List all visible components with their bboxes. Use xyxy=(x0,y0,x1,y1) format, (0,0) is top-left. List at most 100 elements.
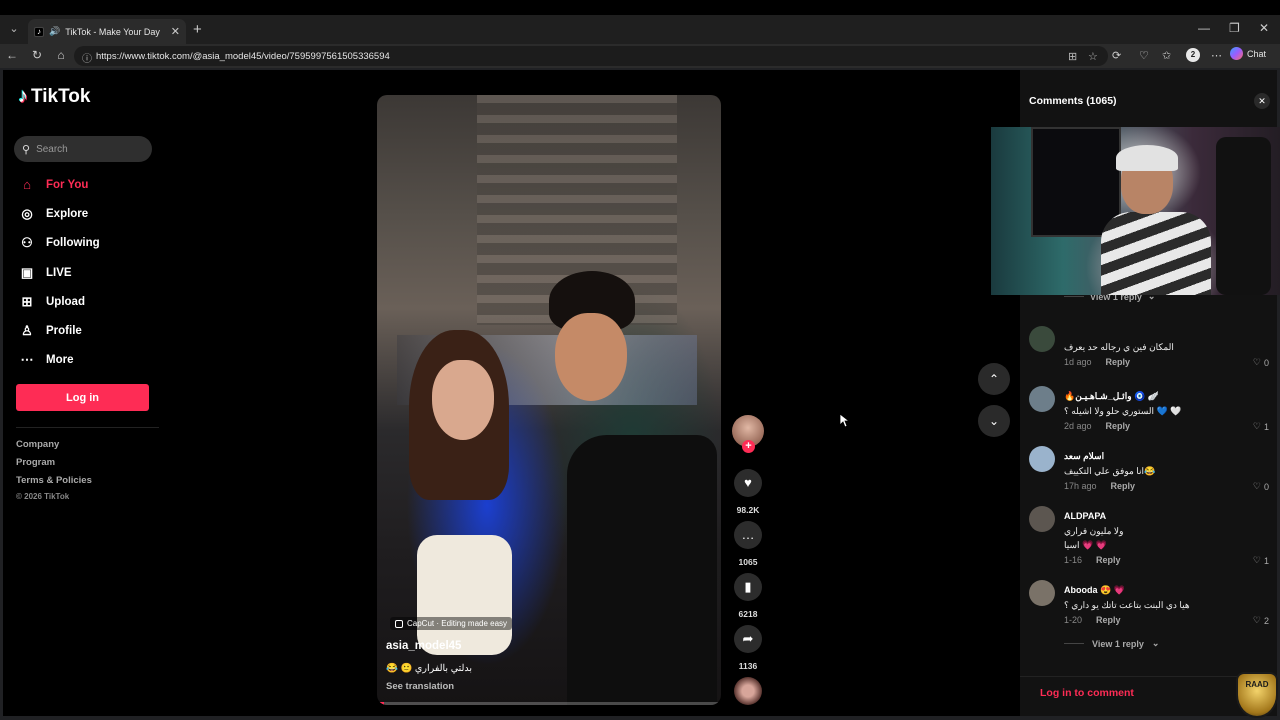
comment-like-button[interactable]: ♡ 2 xyxy=(1253,615,1269,626)
footer-link-terms[interactable]: Terms & Policies xyxy=(16,475,92,486)
footer-link-program[interactable]: Program xyxy=(16,457,55,468)
login-to-comment-link[interactable]: Log in to comment xyxy=(1040,687,1134,699)
favorite-star-icon[interactable]: ☆ xyxy=(1088,50,1098,63)
reply-button[interactable]: Reply xyxy=(1106,421,1131,431)
browser-tab[interactable]: ♪ 🔊 TikTok - Make Your Day ✕ xyxy=(28,19,186,44)
heart-outline-icon: ♡ xyxy=(1252,481,1261,491)
search-icon: ⚲ xyxy=(22,143,31,156)
settings-more-icon[interactable]: ⋯ xyxy=(1211,49,1222,62)
nav-profile[interactable]: ♙ Profile xyxy=(19,323,82,339)
close-tab-icon[interactable]: ✕ xyxy=(171,25,180,38)
tab-actions-menu[interactable]: ⌄ xyxy=(6,21,22,37)
copilot-chat-button[interactable]: Chat xyxy=(1230,47,1266,60)
profile-avatar[interactable]: 2 xyxy=(1186,48,1200,62)
tiktok-logo[interactable]: ♪ TikTok xyxy=(18,85,90,108)
previous-video-button[interactable]: ⌃ xyxy=(978,363,1010,395)
like-count: 98.2K xyxy=(736,505,760,515)
minimize-button[interactable]: — xyxy=(1198,21,1210,35)
sidebar-divider xyxy=(16,427,159,428)
comment-like-count: 2 xyxy=(1263,615,1269,626)
comment-count: 1065 xyxy=(738,557,758,567)
share-button[interactable]: ➦ xyxy=(734,625,762,653)
nav-more[interactable]: ⋯ More xyxy=(19,352,74,368)
footer-link-company[interactable]: Company xyxy=(16,439,59,450)
tab-strip: ⌄ ♪ 🔊 TikTok - Make Your Day ✕ + — ❐ ✕ xyxy=(0,15,1280,44)
video-person-face xyxy=(555,313,627,401)
bookmark-button[interactable]: ▮ xyxy=(734,573,762,601)
nav-explore[interactable]: ◎ Explore xyxy=(19,206,88,222)
commenter-name[interactable]: ALDPAPA xyxy=(1064,511,1106,521)
browser-window: ⌄ ♪ 🔊 TikTok - Make Your Day ✕ + — ❐ ✕ ←… xyxy=(0,15,1280,720)
nav-live[interactable]: ▣ LIVE xyxy=(19,265,72,281)
commenter-avatar[interactable] xyxy=(1029,326,1055,352)
reply-button[interactable]: Reply xyxy=(1106,357,1131,367)
reply-button[interactable]: Reply xyxy=(1096,615,1121,625)
new-tab-button[interactable]: + xyxy=(193,21,202,38)
comment-like-button[interactable]: ♡ 1 xyxy=(1253,421,1269,432)
chat-label: Chat xyxy=(1247,48,1267,59)
reply-divider xyxy=(1064,296,1084,297)
nav-upload[interactable]: ⊞ Upload xyxy=(19,294,85,310)
restore-button[interactable]: ❐ xyxy=(1229,21,1240,35)
profile-icon: ♙ xyxy=(21,323,33,338)
site-info-icon[interactable]: ⓘ xyxy=(82,50,92,65)
extensions-icon[interactable]: ⟳ xyxy=(1112,49,1121,62)
reload-button[interactable]: ↻ xyxy=(29,48,45,62)
comments-title: Comments xyxy=(1029,95,1084,107)
close-comments-button[interactable]: ✕ xyxy=(1254,93,1270,109)
video-author[interactable]: asia_model45 xyxy=(386,640,461,652)
nav-following[interactable]: ⚇ Following xyxy=(19,235,99,251)
comment-like-button[interactable]: ♡ 0 xyxy=(1253,481,1269,492)
chevron-down-icon: ⌄ xyxy=(1151,638,1160,648)
view-replies-link[interactable]: View 1 reply ⌄ xyxy=(1064,638,1159,649)
nav-label: LIVE xyxy=(46,267,72,279)
channel-logo-badge: RAAD xyxy=(1236,672,1278,718)
comment-text: ولا مليون فراري xyxy=(1064,526,1124,536)
search-box[interactable]: ⚲ xyxy=(14,136,152,162)
comment-item: Abooda 😍 💗 هيا دي البنت بتاعت تاتك يو دا… xyxy=(1029,580,1269,640)
music-disc-icon[interactable] xyxy=(734,677,762,705)
favorites-icon[interactable]: ✩ xyxy=(1162,49,1171,62)
browser-essentials-icon[interactable]: ♡ xyxy=(1139,49,1149,62)
more-icon: ⋯ xyxy=(20,352,34,367)
close-window-button[interactable]: ✕ xyxy=(1259,21,1269,35)
nav-for-you[interactable]: ⌂ For You xyxy=(19,177,88,192)
see-translation-link[interactable]: See translation xyxy=(386,681,454,692)
comment-time: 17h ago xyxy=(1064,481,1097,491)
nav-label: More xyxy=(46,354,74,366)
address-bar[interactable]: ⓘ https://www.tiktok.com/@asia_model45/v… xyxy=(74,46,1108,66)
commenter-avatar[interactable] xyxy=(1029,580,1055,606)
commenter-avatar[interactable] xyxy=(1029,386,1055,412)
heart-outline-icon: ♡ xyxy=(1252,615,1261,625)
comment-like-count: 0 xyxy=(1263,481,1269,492)
tiktok-page: ♪ TikTok ⚲ ⌂ For You ◎ Explore ⚇ Followi… xyxy=(3,70,1280,716)
copilot-icon xyxy=(1230,47,1243,60)
upload-icon: ⊞ xyxy=(21,294,33,309)
login-button[interactable]: Log in xyxy=(16,384,149,411)
comment-item: المكان فين ي رجاله حد يعرف 1d ago Reply … xyxy=(1029,326,1269,386)
commenter-name[interactable]: 🔥واﺋـﻞ_ﺷـﺎﻫـﻴـﻦ 🧿 🪽 xyxy=(1064,391,1159,402)
reply-button[interactable]: Reply xyxy=(1111,481,1136,491)
commenter-avatar[interactable] xyxy=(1029,506,1055,532)
follow-plus-icon[interactable]: + xyxy=(742,440,755,453)
capcut-tag[interactable]: CapCut · Editing made easy xyxy=(390,617,513,630)
commenter-name[interactable]: اسلام سعد xyxy=(1064,451,1104,462)
search-input[interactable] xyxy=(36,143,137,155)
comment-like-button[interactable]: ♡ 0 xyxy=(1253,357,1269,368)
commenter-avatar[interactable] xyxy=(1029,446,1055,472)
like-button[interactable]: ♥ xyxy=(734,469,762,497)
video-player[interactable]: CapCut · Editing made easy asia_model45 … xyxy=(377,95,721,705)
url-text[interactable]: https://www.tiktok.com/@asia_model45/vid… xyxy=(96,51,390,62)
streamer-webcam-overlay xyxy=(991,127,1280,295)
comment-button[interactable]: … xyxy=(734,521,762,549)
home-button[interactable]: ⌂ xyxy=(53,48,69,62)
next-video-button[interactable]: ⌄ xyxy=(978,405,1010,437)
back-button[interactable]: ← xyxy=(4,48,20,62)
heart-outline-icon: ♡ xyxy=(1252,555,1261,565)
speaker-icon[interactable]: 🔊 xyxy=(49,26,60,37)
commenter-name[interactable]: Abooda 😍 💗 xyxy=(1064,585,1125,596)
video-progress-bar[interactable] xyxy=(377,702,721,705)
comment-like-button[interactable]: ♡ 1 xyxy=(1253,555,1269,566)
reply-button[interactable]: Reply xyxy=(1096,555,1121,565)
split-screen-icon[interactable]: ⊞ xyxy=(1068,50,1077,63)
